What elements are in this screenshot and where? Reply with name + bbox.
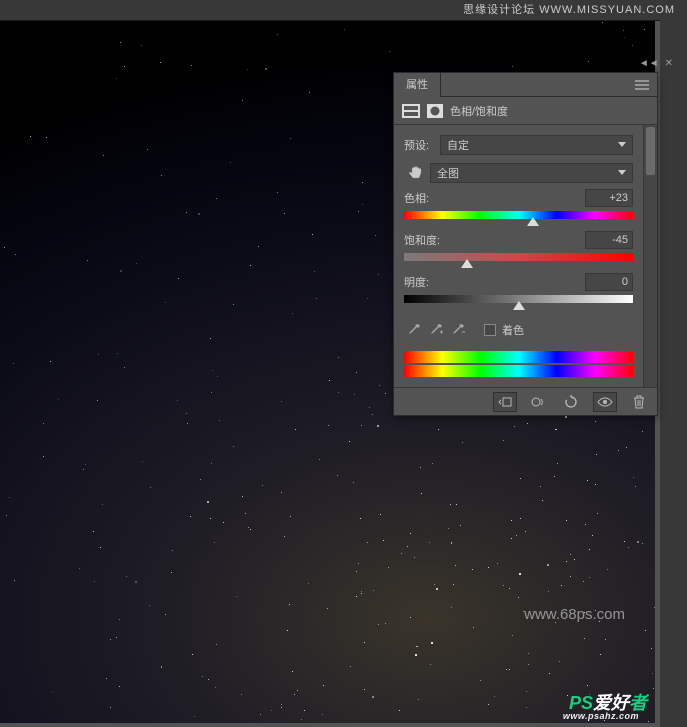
lightness-slider-row: 明度: 0 (404, 273, 633, 305)
watermark-psahz-url: www.psahz.com (563, 711, 639, 721)
preset-row: 预设: 自定 (404, 133, 633, 157)
hue-slider-row: 色相: +23 (404, 189, 633, 221)
saturation-slider-row: 饱和度: -45 (404, 231, 633, 263)
delete-icon[interactable] (629, 393, 649, 411)
top-watermark: 思缘设计论坛 WWW.MISSYUAN.COM (0, 0, 687, 20)
saturation-slider[interactable] (404, 253, 633, 263)
hue-slider-handle[interactable] (527, 217, 539, 226)
eyedropper-icon[interactable] (404, 321, 424, 339)
panel-menu-icon[interactable] (627, 80, 657, 90)
lightness-slider[interactable] (404, 295, 633, 305)
watermark-68ps: www.68ps.com (524, 606, 625, 623)
lightness-value-input[interactable]: 0 (585, 273, 633, 291)
lightness-slider-handle[interactable] (513, 301, 525, 310)
eyedropper-row: 着色 (404, 315, 633, 349)
hue-value-input[interactable]: +23 (585, 189, 633, 207)
channel-select[interactable]: 全图 (430, 163, 633, 183)
panel-scrollbar[interactable] (643, 125, 657, 387)
color-range-strip-bottom[interactable] (404, 365, 633, 377)
properties-panel: 属性 色相/饱和度 预设: 自定 全图 (393, 72, 658, 416)
panel-dock-controls: ◄◄ ✕ (639, 58, 673, 69)
lightness-label: 明度: (404, 274, 585, 290)
watermark-psahz-logo: PS爱好者 www.psahz.com (569, 689, 647, 715)
hue-label: 色相: (404, 190, 585, 206)
chevron-down-icon (618, 142, 626, 147)
clip-to-layer-icon[interactable] (493, 392, 517, 412)
view-previous-icon[interactable] (529, 393, 549, 411)
adjustment-type-label: 色相/饱和度 (450, 103, 508, 119)
scrollbar-thumb[interactable] (646, 127, 655, 175)
checkbox-icon (484, 324, 496, 336)
preset-select[interactable]: 自定 (440, 135, 633, 155)
visibility-toggle-icon[interactable] (593, 392, 617, 412)
mask-icon (426, 103, 444, 119)
eyedropper-subtract-icon[interactable] (448, 321, 468, 339)
panel-tabbar: 属性 (394, 73, 657, 97)
panel-footer (394, 387, 657, 415)
preset-label: 预设: (404, 137, 440, 153)
panel-body: 预设: 自定 全图 色相: +23 饱和度: (394, 125, 657, 387)
color-range-strip-top[interactable] (404, 351, 633, 363)
scrubby-hand-icon[interactable] (404, 163, 426, 183)
colorize-checkbox[interactable]: 着色 (484, 322, 524, 338)
tab-properties[interactable]: 属性 (394, 73, 441, 97)
hue-slider[interactable] (404, 211, 633, 221)
collapse-icon[interactable]: ◄◄ (639, 58, 659, 69)
colorize-label: 着色 (502, 322, 524, 338)
adjustment-type-header: 色相/饱和度 (394, 97, 657, 125)
hue-sat-icon (402, 103, 420, 119)
chevron-down-icon (618, 170, 626, 175)
saturation-value-input[interactable]: -45 (585, 231, 633, 249)
saturation-label: 饱和度: (404, 232, 585, 248)
eyedropper-add-icon[interactable] (426, 321, 446, 339)
saturation-slider-handle[interactable] (461, 259, 473, 268)
close-icon[interactable]: ✕ (665, 58, 673, 69)
reset-icon[interactable] (561, 393, 581, 411)
channel-row: 全图 (404, 161, 633, 185)
